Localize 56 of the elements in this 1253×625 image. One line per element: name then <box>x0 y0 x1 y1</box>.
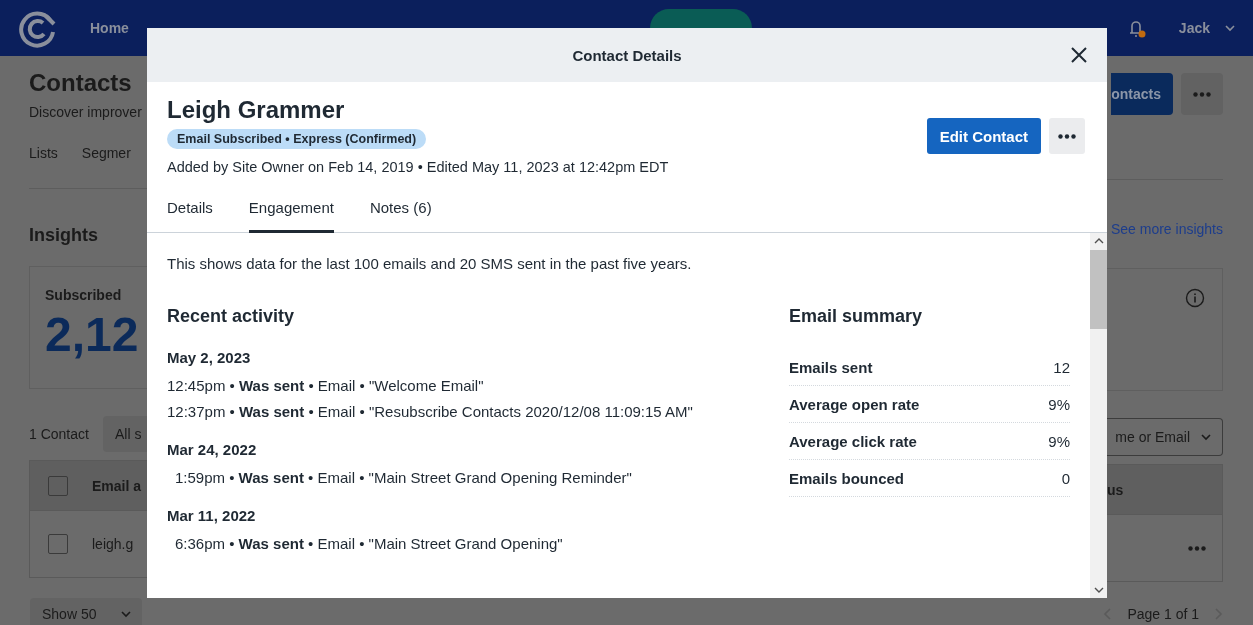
section-title: Email summary <box>789 306 924 327</box>
add-contacts-button[interactable]: ontacts <box>1111 73 1173 115</box>
chevron-down-icon <box>1200 431 1212 443</box>
more-icon <box>1058 133 1076 139</box>
page-title: Contacts <box>29 69 133 97</box>
chevron-down-icon <box>1224 22 1236 34</box>
activity-entry: 6:36pm • Was sent • Email • "Main Street Grand Opening" <box>173 534 564 554</box>
activity-date: May 2, 2023 <box>167 349 252 366</box>
activity-date: Mar 24, 2022 <box>167 441 258 458</box>
summary-label: Emails bounced <box>789 469 905 487</box>
user-menu[interactable]: Jack <box>1178 20 1236 36</box>
checkbox[interactable] <box>48 475 68 496</box>
filter-button[interactable]: All s <box>102 416 147 452</box>
summary-value: 12 <box>1053 358 1070 376</box>
page-subtitle: Discover improver <box>29 104 143 120</box>
activity-entry: 12:37pm • Was sent • Email • "Resubscribe Contacts 2020/12/08 11:09:15 AM" <box>167 402 694 422</box>
table-cell: leigh.g <box>92 536 134 552</box>
column-header[interactable]: Email a <box>92 477 142 494</box>
activity-date: Mar 11, 2022 <box>167 507 257 524</box>
nav-item[interactable]: Home <box>90 20 129 36</box>
contact-name: Leigh Grammer <box>167 96 346 124</box>
contact-count: 1 Contact <box>29 426 89 442</box>
summary-label: Average click rate <box>789 432 917 450</box>
contact-meta: Added by Site Owner on Feb 14, 2019 • Edited May 11, 2023 at 12:42pm EDT <box>167 159 669 175</box>
dialog-tab[interactable]: Engagement <box>248 199 334 233</box>
info-icon[interactable] <box>1185 288 1205 308</box>
section-title: Insights <box>29 225 99 246</box>
summary-value: 9% <box>1048 432 1070 450</box>
page-tab[interactable]: Lists <box>29 145 58 188</box>
pagination-label: Page 1 of 1 <box>1127 606 1199 622</box>
section-title: Recent activity <box>167 306 296 327</box>
page-size-dropdown[interactable]: Show 50 <box>30 598 142 625</box>
dialog-tab[interactable]: Notes (6) <box>369 199 432 233</box>
summary-value: 9% <box>1048 395 1070 413</box>
more-icon <box>1193 91 1211 97</box>
page-tab[interactable]: Segmer <box>81 145 131 188</box>
more-icon <box>1188 545 1206 551</box>
close-icon <box>1071 47 1087 63</box>
summary-label: Emails sent <box>789 358 873 376</box>
card-value: 2,12 <box>45 307 140 362</box>
dialog-tab[interactable]: Details <box>167 199 213 233</box>
more-button[interactable] <box>1049 118 1085 154</box>
activity-entry: 1:59pm • Was sent • Email • "Main Street Grand Opening Reminder" <box>173 468 633 488</box>
checkbox[interactable] <box>48 534 68 554</box>
column-header[interactable]: us <box>1107 481 1124 498</box>
edit-contact-button[interactable]: Edit Contact <box>926 118 1041 154</box>
activity-entry: 12:45pm • Was sent • Email • "Welcome Email" <box>167 376 485 396</box>
scrollbar-thumb[interactable] <box>1090 250 1107 329</box>
intro-text: This shows data for the last 100 emails and 20 SMS sent in the past five years. <box>167 255 693 272</box>
card-label: Subscribed <box>45 287 123 303</box>
status-badge: Email Subscribed • Express (Confirmed) <box>167 129 427 149</box>
summary-value: 0 <box>1061 469 1070 487</box>
summary-label: Average open rate <box>789 395 920 413</box>
dialog-title: Contact Details <box>572 46 682 64</box>
scrollbar[interactable] <box>1090 233 1107 598</box>
see-more-link[interactable]: See more insights <box>1110 221 1223 237</box>
